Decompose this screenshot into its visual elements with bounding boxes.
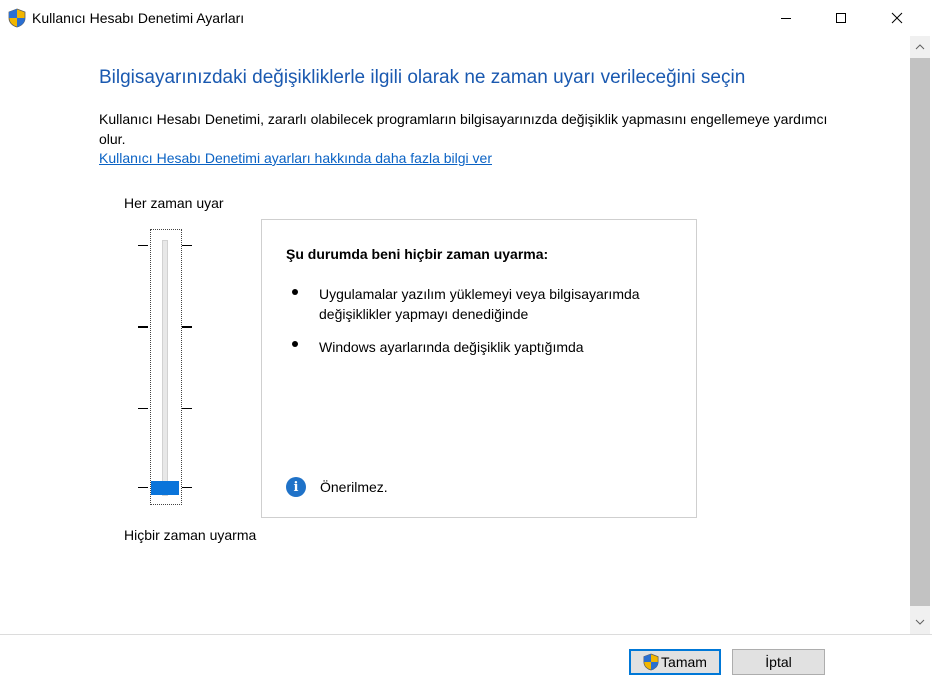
slider-top-label: Her zaman uyar: [124, 195, 224, 211]
chevron-up-icon: [915, 44, 925, 50]
chevron-down-icon: [915, 619, 925, 625]
page-heading: Bilgisayarınızdaki değişikliklerle ilgil…: [99, 67, 746, 88]
scroll-thumb[interactable]: [910, 58, 930, 606]
learn-more-link[interactable]: Kullanıcı Hesabı Denetimi ayarları hakkı…: [99, 150, 492, 166]
window-title: Kullanıcı Hesabı Denetimi Ayarları: [32, 10, 245, 26]
maximize-icon: [836, 13, 846, 23]
slider-tick: [138, 326, 148, 328]
vertical-scrollbar[interactable]: [910, 36, 930, 634]
minimize-icon: [781, 18, 791, 19]
bullet-dot: [292, 341, 298, 347]
close-button[interactable]: [874, 0, 920, 36]
cancel-button[interactable]: İptal: [732, 649, 825, 675]
uac-shield-icon: [8, 8, 26, 28]
ok-button-label: Tamam: [661, 654, 707, 670]
footer-divider: [0, 634, 932, 635]
scroll-up-button[interactable]: [910, 37, 930, 57]
slider-tick: [138, 245, 148, 246]
slider-tick: [182, 245, 192, 246]
slider-tick: [182, 408, 192, 409]
slider-track[interactable]: [162, 240, 168, 496]
slider-tick: [138, 487, 148, 488]
level-description-panel: Şu durumda beni hiçbir zaman uyarma: Uyg…: [261, 219, 697, 518]
info-icon: i: [286, 477, 306, 497]
minimize-button[interactable]: [763, 0, 809, 36]
info-text: Önerilmez.: [320, 479, 388, 495]
cancel-button-label: İptal: [765, 654, 792, 670]
scroll-down-button[interactable]: [910, 612, 930, 632]
panel-title: Şu durumda beni hiçbir zaman uyarma:: [286, 246, 549, 262]
description-text: Kullanıcı Hesabı Denetimi, zararlı olabi…: [99, 111, 828, 147]
slider-tick: [138, 408, 148, 409]
uac-shield-icon: [643, 653, 659, 671]
panel-bullet-1: Uygulamalar yazılım yüklemeyi veya bilgi…: [319, 286, 640, 322]
close-icon: [891, 12, 903, 24]
title-bar: Kullanıcı Hesabı Denetimi Ayarları: [0, 0, 932, 36]
panel-bullet-2: Windows ayarlarında değişiklik yaptığımd…: [319, 339, 584, 355]
slider-bottom-label: Hiçbir zaman uyarma: [124, 527, 257, 543]
slider-thumb[interactable]: [151, 481, 179, 495]
maximize-button[interactable]: [818, 0, 864, 36]
bullet-dot: [292, 289, 298, 295]
ok-button[interactable]: Tamam: [629, 649, 721, 675]
notification-level-slider[interactable]: [138, 229, 194, 505]
slider-tick: [182, 326, 192, 328]
slider-tick: [182, 487, 192, 488]
